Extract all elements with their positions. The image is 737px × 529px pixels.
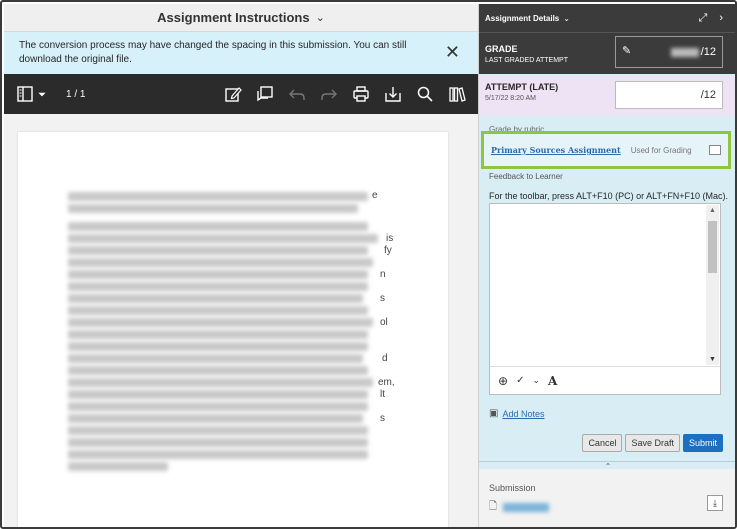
doc-text-fragment: ol <box>380 317 388 328</box>
doc-text-fragment: n <box>380 269 386 280</box>
rubric-link[interactable]: Primary Sources Assignment <box>491 145 621 155</box>
comment-icon[interactable] <box>254 83 276 105</box>
add-notes[interactable]: ▣ Add Notes <box>489 408 544 419</box>
grading-panel: Assignment Details ⌄ ⤢ › GRADE LAST GRAD… <box>479 4 735 527</box>
doc-text-fragment: e <box>372 190 378 201</box>
document-toolbar: 1 / 1 <box>4 74 478 114</box>
doc-text-fragment: d <box>382 353 388 364</box>
add-content-icon[interactable]: ⊕ <box>498 374 508 388</box>
undo-icon[interactable] <box>286 83 308 105</box>
feedback-editor[interactable]: ▲ ▼ ⊕ ✓ ⌄ A <box>489 203 721 395</box>
app-frame: Assignment Instructions ⌄ The conversion… <box>0 0 737 529</box>
doc-text-fragment: s <box>380 413 385 424</box>
instructions-title: Assignment Instructions <box>157 10 310 25</box>
doc-text-fragment: em, <box>378 377 395 388</box>
library-icon[interactable] <box>446 83 468 105</box>
scroll-down-icon[interactable]: ▼ <box>709 356 716 363</box>
save-draft-button[interactable]: Save Draft <box>625 434 680 452</box>
action-buttons: Cancel Save Draft Submit <box>582 434 723 452</box>
grade-max: /12 <box>700 46 716 58</box>
doc-text-fragment: is <box>386 233 394 244</box>
sidebar-toggle-icon[interactable] <box>14 83 36 105</box>
doc-text-fragment: s <box>380 293 385 304</box>
grade-field[interactable]: ✎ /12 <box>615 36 723 68</box>
document-viewer[interactable]: e is fy n s ol d em, lt s <box>4 114 478 527</box>
chevron-down-icon: ⌄ <box>315 12 325 24</box>
close-icon[interactable]: ✕ <box>445 42 460 62</box>
open-rubric-icon[interactable] <box>709 145 721 155</box>
print-icon[interactable] <box>350 83 372 105</box>
doc-text-fragment: lt <box>380 389 385 400</box>
submission-label: Submission <box>489 483 536 493</box>
submission-file-name[interactable] <box>503 503 550 512</box>
document-page: e is fy n s ol d em, lt s <box>18 132 448 527</box>
spellcheck-icon[interactable]: ✓ <box>516 375 524 386</box>
grade-label: GRADE <box>485 43 518 54</box>
instructions-pane: Assignment Instructions ⌄ The conversion… <box>4 4 479 527</box>
doc-text-fragment: fy <box>384 245 392 256</box>
download-icon[interactable] <box>382 83 404 105</box>
notice-message: The conversion process may have changed … <box>19 40 407 65</box>
conversion-notice: The conversion process may have changed … <box>4 32 478 74</box>
feedback-label: Feedback to Learner <box>489 172 563 181</box>
grade-value <box>670 47 699 57</box>
feedback-hint: For the toolbar, press ALT+F10 (PC) or A… <box>489 191 729 201</box>
rubric-status: Used for Grading <box>630 145 692 155</box>
details-header: Assignment Details ⌄ ⤢ › <box>479 4 735 32</box>
pencil-icon[interactable]: ✎ <box>622 44 631 57</box>
expand-icon[interactable]: ⤢ <box>699 12 708 25</box>
rubric-row: Primary Sources Assignment Used for Grad… <box>481 131 731 169</box>
redo-icon[interactable] <box>318 83 340 105</box>
search-icon[interactable] <box>414 83 436 105</box>
caret-down-icon[interactable] <box>36 83 48 105</box>
instructions-title-bar[interactable]: Assignment Instructions ⌄ <box>4 4 478 32</box>
text-format-icon[interactable]: A <box>548 374 557 388</box>
attempt-max: /12 <box>700 89 716 101</box>
download-icon[interactable]: ⤓ <box>707 495 723 511</box>
collapse-handle[interactable]: ⌃ <box>479 461 735 471</box>
cancel-button[interactable]: Cancel <box>582 434 623 452</box>
feedback-scrollbar[interactable]: ▲ ▼ <box>706 205 719 365</box>
submit-button[interactable]: Submit <box>682 434 723 452</box>
file-icon: 🗋 <box>489 501 498 512</box>
attempt-grade-input[interactable]: /12 <box>615 81 723 109</box>
submission-file[interactable]: 🗋 <box>489 499 550 516</box>
details-title[interactable]: Assignment Details <box>485 14 559 23</box>
annotate-icon[interactable] <box>222 83 244 105</box>
feedback-toolbar: ⊕ ✓ ⌄ A <box>490 366 720 394</box>
grade-sublabel: LAST GRADED ATTEMPT <box>485 56 568 64</box>
submission-section: Submission 🗋 ⤓ <box>479 469 735 527</box>
note-icon: ▣ <box>489 408 499 419</box>
chevron-down-icon[interactable]: ⌄ <box>532 375 540 386</box>
add-notes-link[interactable]: Add Notes <box>502 409 544 419</box>
scroll-thumb[interactable] <box>708 221 717 273</box>
scroll-up-icon[interactable]: ▲ <box>709 207 716 214</box>
chevron-right-icon[interactable]: › <box>719 12 723 25</box>
chevron-down-icon[interactable]: ⌄ <box>563 14 570 23</box>
page-indicator: 1 / 1 <box>66 88 86 100</box>
